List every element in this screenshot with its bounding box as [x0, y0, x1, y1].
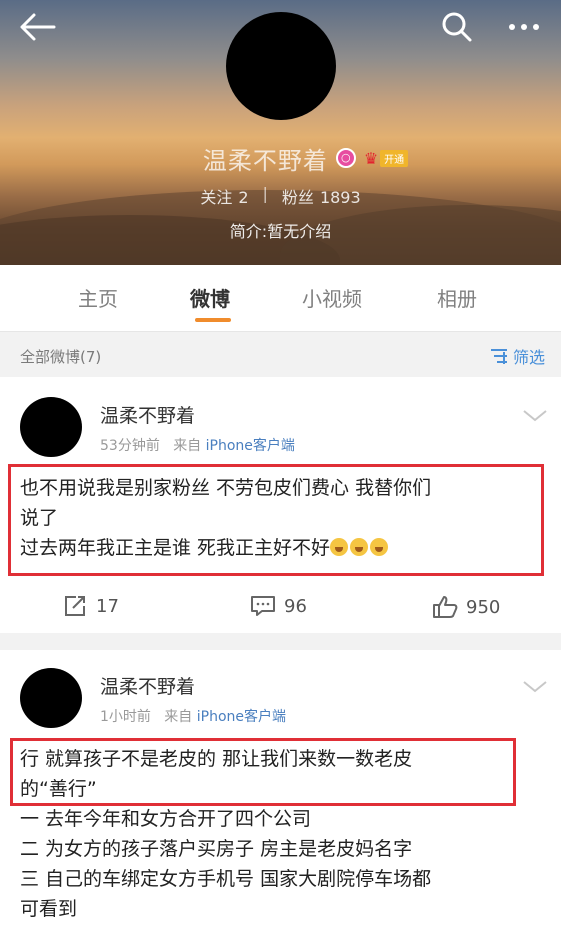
- repost-button[interactable]: 17: [64, 595, 119, 617]
- following-count: 2: [238, 188, 249, 207]
- post-author[interactable]: 温柔不野着: [100, 672, 195, 699]
- thumbs-up-icon: [433, 596, 458, 618]
- post-separator: [0, 633, 561, 650]
- post-from-label: 来自: [173, 438, 202, 454]
- all-posts-label: 全部微博(7): [20, 348, 102, 366]
- tab-album[interactable]: 相册: [437, 283, 477, 312]
- post-card[interactable]: 温柔不野着 53分钟前 来自 iPhone客户端 也不用说我是别家粉丝 不劳包皮…: [0, 377, 561, 633]
- like-button[interactable]: 950: [432, 595, 500, 619]
- following-label: 关注: [200, 188, 233, 207]
- post-line: 三 自己的车绑定女方手机号 国家大剧院停车场都: [20, 868, 432, 890]
- search-icon[interactable]: [440, 10, 474, 44]
- post-author[interactable]: 温柔不野着: [100, 401, 195, 428]
- following-stat[interactable]: 关注 2: [200, 184, 248, 208]
- verified-badge-icon[interactable]: ○: [335, 148, 356, 168]
- tab-videos[interactable]: 小视频: [302, 283, 362, 312]
- post-line: 二 为女方的孩子落户买房子 房主是老皮妈名字: [20, 838, 413, 860]
- vip-badge[interactable]: ♛ 开通: [363, 148, 409, 168]
- profile-intro: 简介:暂无介绍: [229, 222, 332, 241]
- filter-bar: 全部微博(7) 筛选: [0, 331, 561, 377]
- more-options-icon[interactable]: [504, 12, 544, 42]
- followers-label: 粉丝: [281, 188, 314, 207]
- post-source[interactable]: iPhone客户端: [197, 709, 286, 725]
- active-tab-indicator: [195, 318, 231, 322]
- filter-icon: [490, 349, 507, 364]
- like-count: 950: [466, 596, 501, 618]
- comment-button[interactable]: 96: [250, 595, 307, 617]
- comment-icon: [251, 596, 275, 616]
- profile-tabs: 主页 微博 小视频 相册: [0, 265, 561, 331]
- followers-count: 1893: [319, 188, 361, 207]
- tab-weibo[interactable]: 微博: [190, 283, 230, 312]
- post-meta: 53分钟前 来自 iPhone客户端: [100, 435, 295, 455]
- stats-divider: |: [262, 184, 268, 203]
- post-avatar[interactable]: [20, 397, 82, 457]
- vip-label: 开通: [380, 149, 409, 167]
- highlight-box: [10, 738, 516, 806]
- post-meta: 1小时前 来自 iPhone客户端: [100, 706, 286, 726]
- followers-stat[interactable]: 粉丝 1893: [282, 184, 361, 208]
- post-line: 一 去年今年和女方合开了四个公司: [20, 808, 312, 830]
- repost-count: 17: [96, 595, 119, 617]
- chevron-down-icon[interactable]: [520, 676, 550, 696]
- chevron-down-icon[interactable]: [520, 405, 550, 425]
- post-time: 1小时前: [100, 709, 151, 725]
- profile-avatar[interactable]: [226, 12, 336, 120]
- profile-name: 温柔不野着: [202, 146, 328, 175]
- profile-header: 温柔不野着 ○ ♛ 开通 关注 2 | 粉丝 1893 简介:暂无介绍: [0, 0, 561, 265]
- filter-label: 筛选: [512, 348, 545, 367]
- post-from-label: 来自: [164, 709, 193, 725]
- filter-button[interactable]: 筛选: [490, 344, 545, 368]
- crown-icon: ♛: [363, 148, 379, 168]
- back-arrow-icon[interactable]: [18, 12, 58, 42]
- post-card[interactable]: 温柔不野着 1小时前 来自 iPhone客户端 行 就算孩子不是老皮的 那让我们…: [0, 650, 561, 927]
- tab-home[interactable]: 主页: [78, 283, 118, 312]
- post-actions: 17 96 950: [0, 587, 561, 627]
- post-avatar[interactable]: [20, 668, 82, 728]
- post-time: 53分钟前: [100, 438, 160, 454]
- repost-icon: [65, 596, 85, 616]
- post-source[interactable]: iPhone客户端: [206, 438, 295, 454]
- highlight-box: [8, 464, 544, 576]
- comment-count: 96: [284, 595, 307, 617]
- post-line: 可看到: [20, 898, 78, 920]
